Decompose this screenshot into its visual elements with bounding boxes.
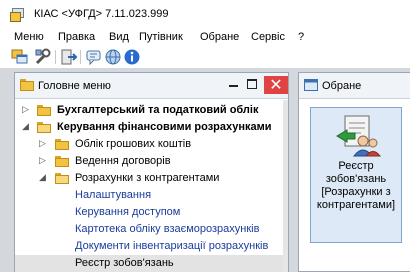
tree-item-label: Бухгалтерський та податковий облік xyxy=(57,104,259,116)
chat-icon[interactable] xyxy=(85,48,103,66)
close-icon[interactable]: ✕ xyxy=(264,76,288,94)
menu-item-service[interactable]: Сервіс xyxy=(251,31,285,43)
tree-item-cash-accounting[interactable]: ▷ Облік грошових коштів xyxy=(15,136,285,153)
toolbar xyxy=(0,46,410,68)
collapse-arrow-icon[interactable]: ◢ xyxy=(39,172,49,184)
tree-item-label: Реєстр зобов'язань xyxy=(75,257,174,269)
main-menu-title: Головне меню xyxy=(38,80,111,92)
menu-item-favorites[interactable]: Обране xyxy=(200,31,239,43)
main-menu-caption[interactable]: Головне меню ✕ xyxy=(15,73,288,99)
main-menu-window: Головне меню ✕ ▷ Бухгалтерський та подат… xyxy=(14,72,289,272)
tree-item-label: Розрахунки з контрагентами xyxy=(75,172,220,184)
tree-item-settings[interactable]: Налаштування xyxy=(15,187,285,204)
vertical-scrollbar[interactable] xyxy=(283,100,288,272)
favorites-window: Обране Реєстр зобов'язань [Розрахунки з … xyxy=(298,72,410,272)
expand-arrow-icon[interactable]: ▷ xyxy=(39,138,49,150)
menu-item-view[interactable]: Вид xyxy=(109,31,129,43)
info-icon[interactable] xyxy=(123,48,141,66)
tree-item-label: Облік грошових коштів xyxy=(75,138,192,150)
app-icon xyxy=(10,8,26,22)
registry-people-icon xyxy=(333,114,382,158)
network-icon[interactable] xyxy=(104,48,122,66)
menu-item-edit[interactable]: Правка xyxy=(58,31,95,43)
folder-open-icon xyxy=(55,173,69,184)
collapse-arrow-icon[interactable]: ◢ xyxy=(22,121,32,133)
maximize-icon[interactable] xyxy=(247,79,257,89)
tile-line: Реєстр xyxy=(338,160,374,172)
tree-item-label: Картотека обліку взаєморозрахунків xyxy=(75,223,260,235)
folder-icon xyxy=(37,105,51,116)
tree-item-label: Ведення договорів xyxy=(75,155,171,167)
menu-item-guide[interactable]: Путівник xyxy=(139,31,183,43)
main-menu-folder-icon xyxy=(20,79,34,91)
tree-item-label: Керування фінансовими розрахунками xyxy=(57,121,272,133)
expand-arrow-icon[interactable]: ▷ xyxy=(22,104,32,116)
minimize-icon[interactable] xyxy=(229,85,238,87)
tree-item-access-control[interactable]: Керування доступом xyxy=(15,204,285,221)
window-title: КІАС <УФГД> 7.11.023.999 xyxy=(34,8,169,20)
tree-item-label: Документи інвентаризації розрахунків xyxy=(75,240,269,252)
favorite-tile-label: Реєстр зобов'язань [Розрахунки з контраг… xyxy=(311,160,401,212)
folder-icon xyxy=(55,156,69,167)
tile-line: контрагентами] xyxy=(316,199,396,211)
favorite-tile-obligations-registry[interactable]: Реєстр зобов'язань [Розрахунки з контраг… xyxy=(310,107,402,243)
toolbar-separator xyxy=(80,50,81,64)
title-bar: КІАС <УФГД> 7.11.023.999 xyxy=(0,0,410,30)
tree-item-label: Налаштування xyxy=(75,189,152,201)
favorites-caption[interactable]: Обране xyxy=(299,73,410,99)
tile-line: зобов'язань xyxy=(325,173,387,185)
tools-icon[interactable] xyxy=(34,48,52,66)
menu-item-menu[interactable]: Меню xyxy=(14,31,44,43)
favorites-title: Обране xyxy=(322,80,362,92)
tree-item-settlement-card-index[interactable]: Картотека обліку взаєморозрахунків xyxy=(15,221,285,238)
toolbar-separator xyxy=(55,50,56,64)
folder-icon xyxy=(55,139,69,150)
favorites-window-icon xyxy=(304,79,318,91)
expand-arrow-icon[interactable]: ▷ xyxy=(39,155,49,167)
exit-icon[interactable] xyxy=(60,48,78,66)
tile-line: [Розрахунки з xyxy=(321,186,391,198)
tree-item-contracts[interactable]: ▷ Ведення договорів xyxy=(15,153,285,170)
menu-bar: Меню Правка Вид Путівник Обране Сервіс ? xyxy=(0,30,410,46)
windows-icon[interactable] xyxy=(11,48,29,66)
menu-item-help[interactable]: ? xyxy=(298,31,304,43)
tree-item-accounting[interactable]: ▷ Бухгалтерський та податковий облік xyxy=(15,102,285,119)
folder-open-icon xyxy=(37,122,51,133)
tree-item-obligations-registry[interactable]: Реєстр зобов'язань xyxy=(15,255,285,272)
tree-item-counterparty-settlements[interactable]: ◢ Розрахунки з контрагентами xyxy=(15,170,285,187)
tree-item-financial-settlements[interactable]: ◢ Керування фінансовими розрахунками xyxy=(15,119,285,136)
tree-item-inventory-documents[interactable]: Документи інвентаризації розрахунків xyxy=(15,238,285,255)
tree-item-label: Керування доступом xyxy=(75,206,181,218)
